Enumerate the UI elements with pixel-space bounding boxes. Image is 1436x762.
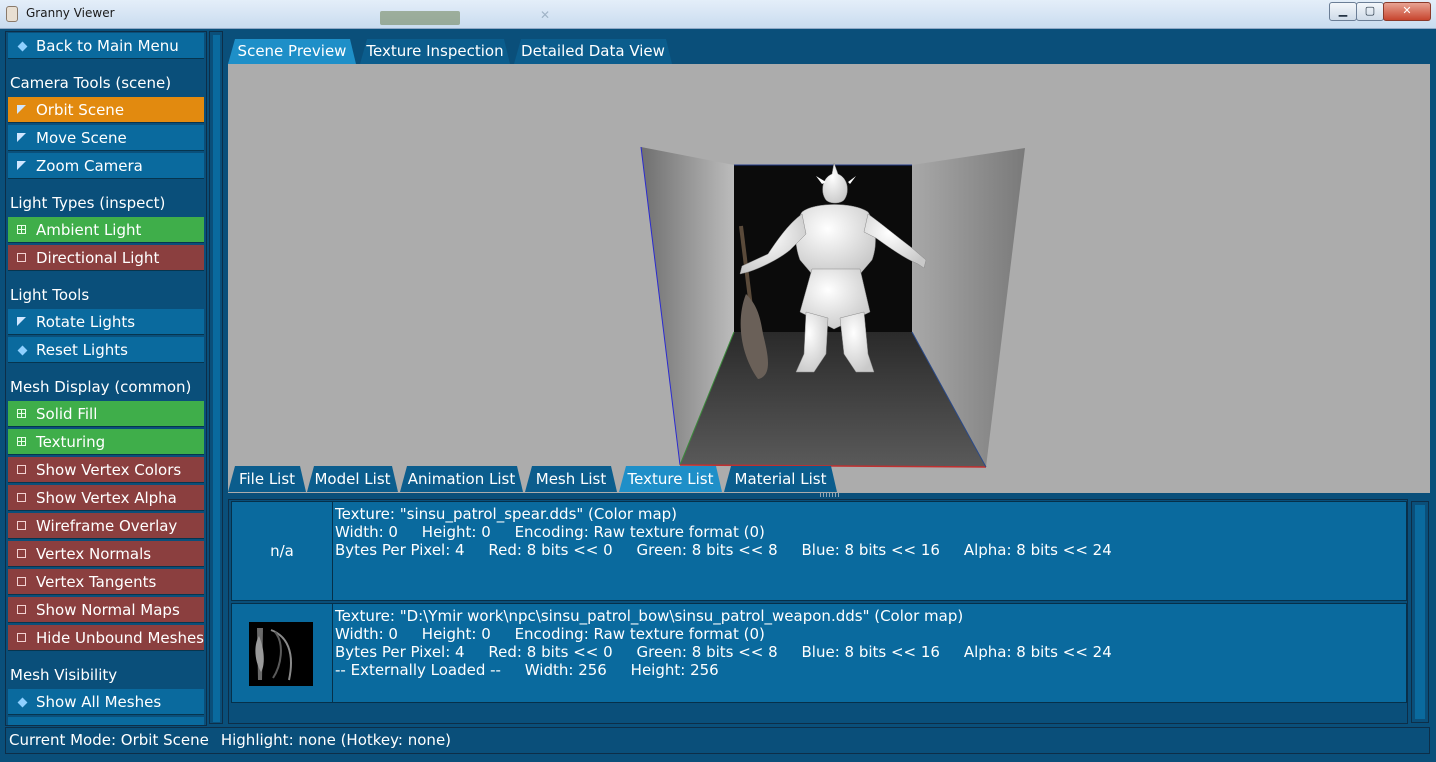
texture-info: Texture: "sinsu_patrol_spear.dds" (Color… [335,505,1112,559]
checked-box-icon [17,409,26,418]
scrollbar-thumb[interactable] [213,35,220,722]
orbit-scene-button[interactable]: Orbit Scene [8,97,204,123]
show-normal-maps-toggle[interactable]: Show Normal Maps [8,597,204,623]
scene-viewport[interactable] [228,64,1430,493]
resize-grip[interactable] [820,493,840,497]
tab-texture-inspection[interactable]: Texture Inspection [360,39,510,64]
maximize-icon: ▢ [1364,4,1376,17]
reset-lights-button[interactable]: Reset Lights [8,337,204,363]
directional-light-toggle[interactable]: Directional Light [8,245,204,271]
section-mesh-display: Mesh Display (common) [10,378,192,396]
current-mode-label: Current Mode: Orbit Scene [9,731,209,749]
arrow-icon [17,317,26,326]
scene-render [640,146,1025,468]
background-artifact-icon: ✕ [540,8,551,22]
unchecked-box-icon [17,605,26,614]
diamond-icon [17,697,28,708]
scrollbar-thumb[interactable] [1415,505,1425,719]
texture-row[interactable]: n/a Texture: "sinsu_patrol_spear.dds" (C… [231,501,1407,601]
wireframe-overlay-toggle[interactable]: Wireframe Overlay [8,513,204,539]
tab-scene-preview[interactable]: Scene Preview [228,39,356,64]
texture-list: n/a Texture: "sinsu_patrol_spear.dds" (C… [228,499,1408,724]
app-icon [6,6,18,22]
unchecked-box-icon [17,493,26,502]
tab-model-list[interactable]: Model List [307,466,398,492]
show-vertex-colors-toggle[interactable]: Show Vertex Colors [8,457,204,483]
background-artifact [380,11,460,25]
tab-animation-list[interactable]: Animation List [400,466,523,492]
show-vertex-alpha-toggle[interactable]: Show Vertex Alpha [8,485,204,511]
zoom-camera-button[interactable]: Zoom Camera [8,153,204,179]
ambient-light-toggle[interactable]: Ambient Light [8,217,204,243]
arrow-icon [17,161,26,170]
maximize-button[interactable]: ▢ [1356,2,1384,21]
tab-file-list[interactable]: File List [228,466,306,492]
unchecked-box-icon [17,577,26,586]
move-scene-button[interactable]: Move Scene [8,125,204,151]
window-title: Granny Viewer [26,6,115,20]
tab-mesh-list[interactable]: Mesh List [525,466,617,492]
tab-material-list[interactable]: Material List [724,466,837,492]
solid-fill-toggle[interactable]: Solid Fill [8,401,204,427]
texture-info: Texture: "D:\Ymir work\npc\sinsu_patrol_… [335,607,1112,679]
checked-box-icon [17,225,26,234]
tab-detailed-data-view[interactable]: Detailed Data View [514,39,672,64]
texture-row[interactable]: Texture: "D:\Ymir work\npc\sinsu_patrol_… [231,603,1407,703]
minimize-icon: ▁ [1338,4,1348,17]
texture-thumbnail: n/a [232,502,333,600]
title-bar: Granny Viewer ✕ ▁ ▢ ✕ [0,0,1436,29]
unchecked-box-icon [17,521,26,530]
hide-unbound-meshes-toggle[interactable]: Hide Unbound Meshes [8,625,204,651]
unchecked-box-icon [17,633,26,642]
texture-thumbnail [232,604,333,702]
show-all-meshes-button[interactable]: Show All Meshes [8,689,204,715]
top-tab-bar: Scene Preview Texture Inspection Detaile… [228,33,1430,63]
list-scrollbar[interactable] [1411,501,1429,723]
section-mesh-visibility: Mesh Visibility [10,666,118,684]
unchecked-box-icon [17,465,26,474]
sidebar-scrollbar[interactable] [209,31,223,724]
arrow-icon [17,105,26,114]
unchecked-box-icon [17,549,26,558]
section-camera-tools: Camera Tools (scene) [10,74,172,92]
section-light-types: Light Types (inspect) [10,194,166,212]
highlight-label: Highlight: none (Hotkey: none) [220,731,452,749]
tab-texture-list[interactable]: Texture List [619,466,722,492]
diamond-icon [17,345,28,356]
unchecked-box-icon [17,253,26,262]
rotate-lights-button[interactable]: Rotate Lights [8,309,204,335]
vertex-normals-toggle[interactable]: Vertex Normals [8,541,204,567]
close-button[interactable]: ✕ [1383,2,1431,21]
back-to-main-menu-button[interactable]: Back to Main Menu [8,33,204,59]
arrow-icon [17,133,26,142]
checked-box-icon [17,437,26,446]
close-icon: ✕ [1402,4,1412,17]
weapon-texture-image [249,622,313,686]
texturing-toggle[interactable]: Texturing [8,429,204,455]
vertex-tangents-toggle[interactable]: Vertex Tangents [8,569,204,595]
minimize-button[interactable]: ▁ [1329,2,1357,21]
diamond-icon [17,41,28,52]
status-bar: Current Mode: Orbit Scene Highlight: none… [5,727,1430,754]
section-light-tools: Light Tools [10,286,90,304]
hidden-overflow-button[interactable] [8,717,204,725]
sidebar: Back to Main Menu Camera Tools (scene) O… [5,31,207,726]
